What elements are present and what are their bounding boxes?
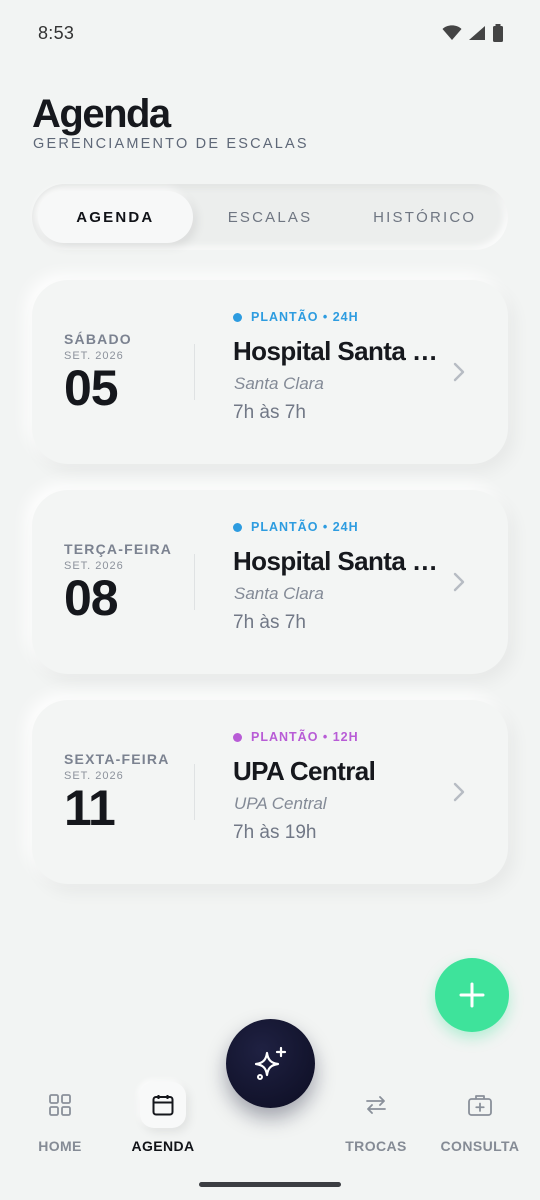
sparkles-icon: [254, 1046, 286, 1080]
nav-icon: [457, 1082, 503, 1128]
nav-label: TROCAS: [345, 1138, 407, 1154]
calendar-icon: [152, 1095, 174, 1116]
card-weekday: SÁBADO: [64, 330, 132, 347]
nav-icon: [353, 1082, 399, 1128]
nav-icon: [37, 1082, 83, 1128]
shift-label: PLANTÃO • 12H: [251, 730, 359, 744]
nav-label: AGENDA: [131, 1138, 195, 1154]
card-day: 05: [64, 359, 119, 416]
shift-dot: [233, 732, 242, 742]
card-unit: UPA Central: [234, 794, 327, 813]
card-hours: 7h às 19h: [233, 822, 317, 843]
card-date: TERÇA-FEIRA SET. 2026 08: [64, 490, 172, 674]
shift-label: PLANTÃO • 24H: [251, 310, 359, 324]
chevron-right-icon[interactable]: [446, 358, 472, 386]
chevron-right-icon[interactable]: [446, 568, 472, 596]
grid-icon: [49, 1094, 71, 1116]
plus-icon: [459, 982, 485, 1008]
page-subtitle: GERENCIAMENTO DE ESCALAS: [33, 136, 309, 152]
card-hours: 7h às 7h: [233, 402, 306, 423]
tab-escalas[interactable]: ESCALAS: [193, 191, 348, 243]
shift-dot: [233, 312, 242, 322]
card-place: UPA Central: [233, 756, 376, 786]
card-divider: [194, 554, 195, 610]
signal-icon: [469, 26, 485, 40]
shift-label: PLANTÃO • 24H: [251, 520, 359, 534]
nav-label: HOME: [38, 1138, 82, 1154]
nav-item-home[interactable]: HOME: [8, 1078, 112, 1154]
swap-arrows-icon: [366, 1096, 386, 1114]
status-time: 8:53: [38, 22, 75, 43]
card-unit: Santa Clara: [234, 374, 324, 393]
home-indicator: [199, 1182, 341, 1187]
status-bar: 8:53: [0, 0, 540, 66]
chevron-right-icon[interactable]: [446, 778, 472, 806]
tab-agenda[interactable]: AGENDA: [38, 191, 193, 243]
battery-icon: [493, 24, 503, 42]
card-date: SÁBADO SET. 2026 05: [64, 280, 132, 464]
nav-label: CONSULTA: [440, 1138, 520, 1154]
nav-item-trocas[interactable]: TROCAS: [324, 1078, 428, 1154]
card-divider: [194, 764, 195, 820]
nav-item-agenda[interactable]: AGENDA: [111, 1078, 215, 1154]
card-divider: [194, 344, 195, 400]
card-day: 08: [64, 569, 119, 626]
card-day: 11: [64, 779, 116, 836]
card-place: Hospital Santa Clara: [233, 546, 443, 576]
schedule-card[interactable]: SÁBADO SET. 2026 05 PLANTÃO • 24H Hospit…: [32, 280, 508, 464]
card-weekday: SEXTA-FEIRA: [64, 750, 170, 767]
nav-item-consulta[interactable]: CONSULTA: [428, 1078, 532, 1154]
shift-tag: PLANTÃO • 24H: [233, 520, 359, 534]
shift-tag: PLANTÃO • 12H: [233, 730, 359, 744]
shift-dot: [233, 522, 242, 532]
status-icons: [442, 24, 504, 42]
bottom-nav: HOME AGENDA TROCAS CONSULTA: [0, 1078, 540, 1168]
card-hours: 7h às 7h: [233, 612, 306, 633]
card-place: Hospital Santa Clara: [233, 336, 443, 366]
add-shift-button[interactable]: [435, 958, 509, 1032]
schedule-card[interactable]: TERÇA-FEIRA SET. 2026 08 PLANTÃO • 24H H…: [32, 490, 508, 674]
medical-kit-icon: [468, 1095, 492, 1116]
tab-historico[interactable]: HISTÓRICO: [347, 191, 502, 243]
page-header: Agenda GERENCIAMENTO DE ESCALAS: [32, 92, 309, 152]
page-title: Agenda: [32, 92, 171, 136]
card-unit: Santa Clara: [234, 584, 324, 603]
wifi-icon: [442, 25, 462, 40]
tab-bar: AGENDA ESCALAS HISTÓRICO: [32, 184, 508, 250]
card-date: SEXTA-FEIRA SET. 2026 11: [64, 700, 170, 884]
shift-tag: PLANTÃO • 24H: [233, 310, 359, 324]
schedule-card[interactable]: SEXTA-FEIRA SET. 2026 11 PLANTÃO • 12H U…: [32, 700, 508, 884]
card-weekday: TERÇA-FEIRA: [64, 540, 173, 557]
nav-icon: [140, 1082, 186, 1128]
